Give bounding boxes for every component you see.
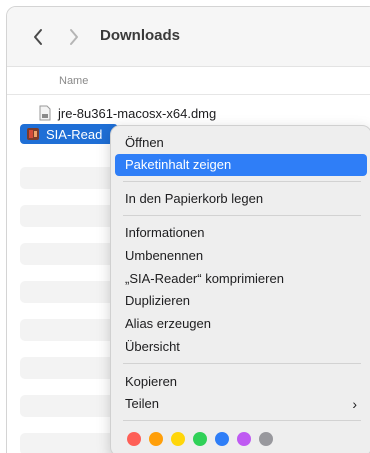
menu-item-quick-look[interactable]: Übersicht — [115, 336, 367, 358]
menu-item-make-alias[interactable]: Alias erzeugen — [115, 313, 367, 335]
forward-button[interactable] — [63, 25, 85, 49]
empty-row — [20, 319, 116, 341]
empty-row — [20, 281, 116, 303]
file-row-jre[interactable]: jre-8u361-macosx-x64.dmg — [20, 103, 360, 123]
column-header-label: Name — [59, 75, 89, 87]
menu-separator — [123, 363, 361, 364]
tag-yellow[interactable] — [171, 432, 185, 446]
back-button[interactable] — [27, 25, 49, 49]
empty-row — [20, 205, 116, 227]
menu-item-open[interactable]: Öffnen — [115, 132, 367, 154]
file-name: jre-8u361-macosx-x64.dmg — [58, 105, 217, 121]
menu-item-get-info[interactable]: Informationen — [115, 222, 367, 244]
app-icon — [27, 128, 39, 140]
menu-item-show-package-contents[interactable]: Paketinhalt zeigen — [115, 154, 367, 176]
menu-separator — [123, 420, 361, 421]
chevron-left-icon — [34, 29, 42, 45]
empty-row — [20, 243, 116, 265]
menu-item-share-label: Teilen — [125, 396, 159, 411]
tag-orange[interactable] — [149, 432, 163, 446]
tag-green[interactable] — [193, 432, 207, 446]
tag-red[interactable] — [127, 432, 141, 446]
toolbar: Downloads — [7, 7, 370, 67]
tag-gray[interactable] — [259, 432, 273, 446]
menu-separator — [123, 181, 361, 182]
tag-color-row — [127, 432, 273, 446]
menu-item-rename[interactable]: Umbenennen — [115, 245, 367, 267]
menu-separator — [123, 215, 361, 216]
menu-item-duplicate[interactable]: Duplizieren — [115, 290, 367, 312]
menu-item-compress[interactable]: „SIA-Reader“ komprimieren — [115, 268, 367, 290]
file-name: SIA-Read — [46, 126, 103, 142]
disk-image-icon — [39, 105, 51, 121]
column-header-name[interactable]: Name — [7, 67, 370, 95]
tag-purple[interactable] — [237, 432, 251, 446]
tag-blue[interactable] — [215, 432, 229, 446]
menu-item-move-to-trash[interactable]: In den Papierkorb legen — [115, 188, 367, 210]
menu-item-share[interactable]: Teilen › — [115, 393, 367, 415]
empty-row — [20, 433, 116, 453]
menu-item-copy[interactable]: Kopieren — [115, 371, 367, 393]
empty-row — [20, 357, 116, 379]
chevron-right-icon — [70, 29, 78, 45]
empty-row — [20, 395, 116, 417]
window-title: Downloads — [100, 27, 181, 44]
file-row-sia-reader[interactable]: SIA-Read — [20, 124, 118, 144]
chevron-right-icon: › — [352, 396, 357, 412]
context-menu: Öffnen Paketinhalt zeigen In den Papierk… — [110, 125, 370, 453]
empty-row — [20, 167, 116, 189]
